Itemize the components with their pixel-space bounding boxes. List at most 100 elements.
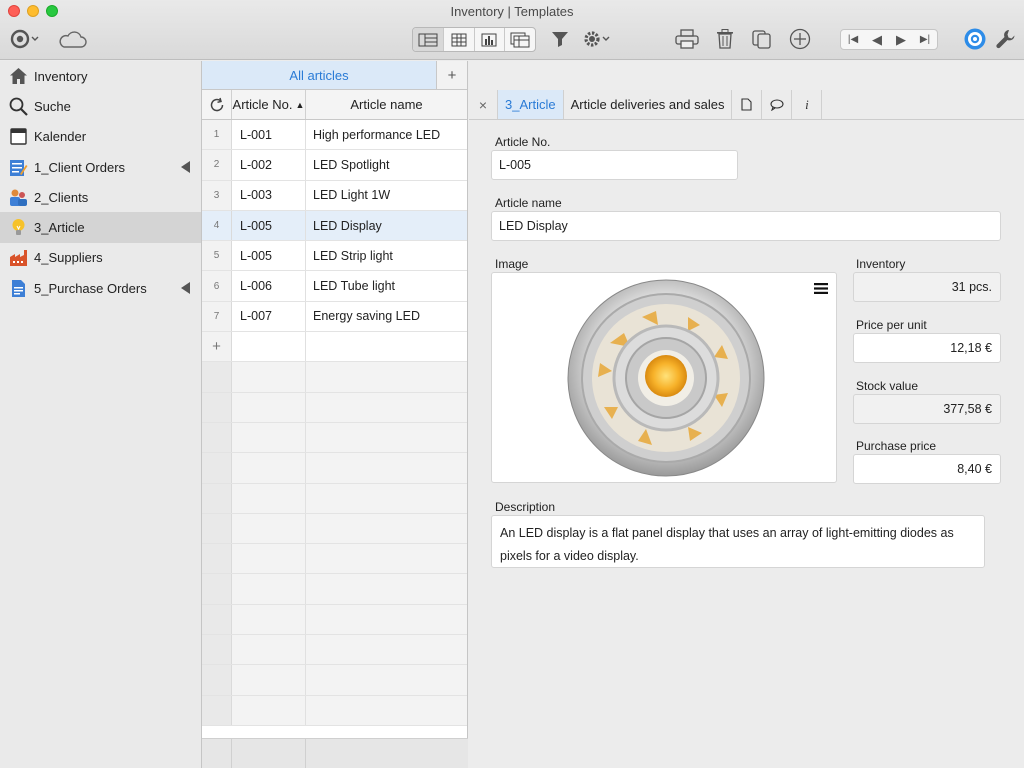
sidebar-item-label: 2_Clients (34, 189, 89, 205)
table-row[interactable]: 6 L-006 LED Tube light (202, 271, 467, 302)
tab-3-article[interactable]: 3_Article (498, 90, 564, 119)
info-icon: i (805, 96, 809, 112)
lightbulb-icon (9, 218, 28, 237)
tab-comments[interactable] (762, 90, 793, 119)
article-no-field[interactable]: L-005 (491, 150, 738, 180)
last-record-button[interactable]: ▶| (913, 30, 937, 49)
price-per-unit-field[interactable]: 12,18 € (853, 333, 1001, 363)
table-view-button[interactable] (444, 28, 475, 51)
table-row-selected[interactable]: 4 L-005 LED Display (202, 210, 467, 242)
sidebar-item-kalender[interactable]: Kalender (0, 122, 201, 152)
tab-article-deliveries[interactable]: Article deliveries and sales (564, 90, 733, 119)
collapse-arrow-icon[interactable] (181, 160, 190, 173)
row-number: 5 (202, 241, 232, 271)
sidebar-item-suppliers[interactable]: 4_Suppliers (0, 243, 201, 273)
cell-article-name: LED Tube light (313, 279, 395, 294)
detail-tab-bar: × 3_Article Article deliveries and sales… (469, 90, 1024, 120)
empty-row (202, 422, 467, 454)
sidebar-item-label: Inventory (34, 68, 88, 84)
sidebar-item-purchase-orders[interactable]: 5_Purchase Orders (0, 273, 201, 303)
add-row[interactable]: + (202, 332, 467, 363)
duplicate-button[interactable] (750, 27, 774, 51)
tab-document[interactable] (732, 90, 763, 119)
sidebar-item-inventory[interactable]: Inventory (0, 61, 201, 91)
next-icon: ▶ (896, 31, 906, 47)
close-detail-button[interactable]: × (469, 90, 498, 119)
chart-view-button[interactable] (475, 28, 506, 51)
cell-article-no: L-002 (232, 150, 306, 180)
cell-article-no: L-006 (232, 271, 306, 301)
sidebar-item-suche[interactable]: Suche (0, 91, 201, 121)
view-menu-button[interactable] (9, 27, 41, 51)
table-view-icon (451, 33, 467, 46)
gallery-view-button[interactable] (505, 28, 535, 51)
description-field[interactable]: An LED display is a flat panel display t… (491, 515, 985, 568)
table-row[interactable]: 5 L-005 LED Strip light (202, 241, 467, 272)
column-header-article-name[interactable]: Article name (306, 90, 467, 119)
next-record-button[interactable]: ▶ (889, 30, 913, 49)
row-number: 6 (202, 271, 232, 301)
empty-row (202, 483, 467, 514)
bar-chart-icon (481, 33, 497, 46)
cell-article-name: LED Strip light (313, 248, 393, 263)
tab-all-articles[interactable]: All articles (202, 61, 438, 89)
cell-article-name: Energy saving LED (313, 309, 421, 324)
tab-info[interactable]: i (792, 90, 823, 119)
empty-row (202, 695, 467, 726)
plus-circle-icon (789, 28, 811, 50)
filter-icon (552, 32, 568, 47)
image-label: Image (495, 257, 529, 271)
add-list-tab-button[interactable]: + (437, 61, 467, 89)
first-record-button[interactable]: |◀ (841, 30, 865, 49)
article-name-field[interactable]: LED Display (491, 211, 1001, 241)
refresh-button[interactable] (202, 90, 232, 119)
description-label: Description (495, 500, 556, 514)
calendar-icon (9, 127, 28, 146)
settings-menu-button[interactable] (582, 27, 612, 51)
sidebar-item-clients[interactable]: 2_Clients (0, 182, 201, 212)
empty-row (202, 574, 467, 605)
previous-record-button[interactable]: ◀ (865, 30, 889, 49)
assistant-button[interactable] (962, 27, 988, 51)
sidebar-item-client-orders[interactable]: 1_Client Orders (0, 152, 201, 182)
cell-article-name: High performance LED (313, 127, 441, 142)
speech-bubble-icon (770, 98, 784, 111)
sort-ascending-icon: ▲ (295, 99, 305, 110)
led-spotlight-image (567, 279, 765, 477)
document-icon (9, 279, 28, 298)
article-detail-panel: × 3_Article Article deliveries and sales… (469, 61, 1024, 768)
filter-button[interactable] (549, 27, 571, 51)
sidebar-item-label: Kalender (34, 129, 87, 145)
article-name-label: Article name (495, 196, 562, 210)
gallery-view-icon (510, 32, 530, 47)
print-button[interactable] (674, 27, 700, 51)
table-row[interactable]: 1 L-001 High performance LED (202, 120, 467, 151)
stock-value-label: Stock value (856, 379, 919, 393)
tools-button[interactable] (994, 27, 1018, 51)
purchase-price-field[interactable]: 8,40 € (853, 454, 1001, 484)
cloud-icon (59, 31, 87, 48)
sidebar-item-label: 5_Purchase Orders (34, 280, 147, 296)
table-row[interactable]: 7 L-007 Energy saving LED (202, 301, 467, 333)
empty-cell (232, 332, 306, 362)
add-record-button[interactable] (788, 27, 812, 51)
table-row[interactable]: 2 L-002 LED Spotlight (202, 150, 467, 181)
image-menu-icon[interactable] (814, 282, 828, 297)
sidebar-item-article[interactable]: 3_Article (0, 212, 201, 243)
cloud-button[interactable] (56, 27, 88, 51)
stock-value-field: 377,58 € (853, 394, 1001, 424)
form-view-button[interactable] (413, 28, 444, 51)
article-image-field[interactable] (491, 272, 837, 483)
price-per-unit-label: Price per unit (856, 318, 927, 332)
form-icon (9, 158, 28, 177)
row-number: 3 (202, 180, 232, 210)
list-header: Article No. ▲ Article name (202, 90, 467, 120)
column-header-article-no[interactable]: Article No. ▲ (232, 90, 306, 119)
add-row-button[interactable]: + (202, 332, 232, 362)
table-row[interactable]: 3 L-003 LED Light 1W (202, 180, 467, 211)
target-icon (10, 29, 39, 49)
purchase-price-label: Purchase price (856, 439, 937, 453)
article-no-label: Article No. (495, 135, 551, 149)
delete-button[interactable] (714, 27, 736, 51)
collapse-arrow-icon[interactable] (181, 282, 190, 295)
